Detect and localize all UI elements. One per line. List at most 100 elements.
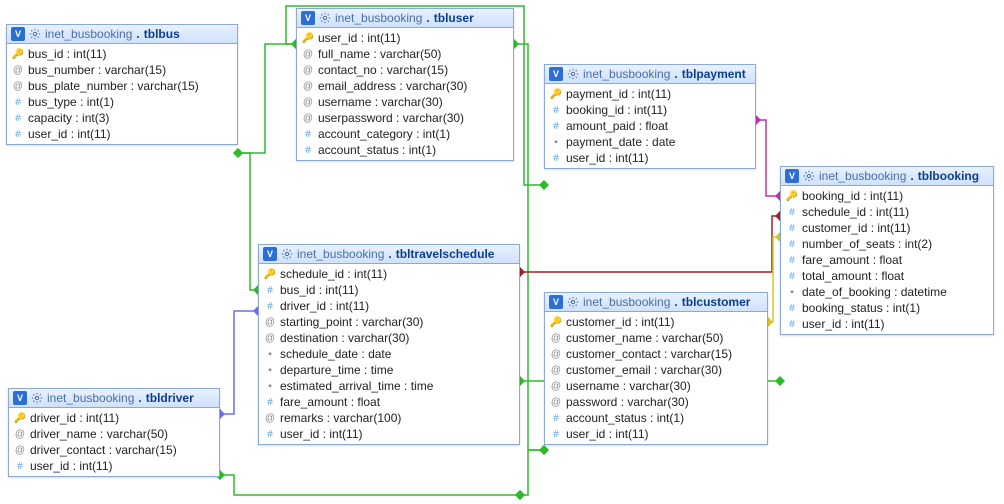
schema-name: inet_busbooking (45, 27, 132, 41)
gear-icon[interactable] (567, 68, 579, 80)
column-label: user_id : int(11) (566, 151, 648, 165)
at-icon: @ (551, 332, 561, 344)
column-row[interactable]: 🔑driver_id : int(11) (9, 410, 219, 426)
key-icon: 🔑 (13, 48, 23, 60)
column-row[interactable]: #bus_type : int(1) (7, 94, 237, 110)
gear-icon[interactable] (31, 392, 43, 404)
column-label: bus_number : varchar(15) (28, 63, 166, 77)
column-row[interactable]: ▪date_of_booking : datetime (781, 284, 993, 300)
gear-icon[interactable] (281, 248, 293, 260)
column-row[interactable]: # amount_paid : float (545, 118, 755, 134)
column-row[interactable]: ▪estimated_arrival_time : time (259, 378, 519, 394)
column-row[interactable]: ▪payment_date : date (545, 134, 755, 150)
column-row[interactable]: #account_status : int(1) (545, 410, 767, 426)
table-tblbooking[interactable]: Vinet_busbooking.tblbooking 🔑booking_id :… (780, 166, 994, 335)
column-label: schedule_id : int(11) (802, 205, 909, 219)
table-tblpayment[interactable]: Vinet_busbooking.tblpayment 🔑payment_id :… (544, 64, 756, 169)
column-row[interactable]: #user_id : int(11) (545, 426, 767, 442)
column-row[interactable]: @bus_plate_number : varchar(15) (7, 78, 237, 94)
table-tbldriver[interactable]: Vinet_busbooking.tbldriver 🔑driver_id : i… (8, 388, 220, 477)
column-row[interactable]: #user_id : int(11) (7, 126, 237, 142)
at-icon: @ (303, 112, 313, 124)
columns-list: 🔑bus_id : int(11)@bus_number : varchar(1… (7, 44, 237, 144)
view-badge-icon: V (549, 67, 563, 81)
hash-icon: # (551, 120, 561, 132)
column-row[interactable]: #driver_id : int(11) (259, 298, 519, 314)
column-row[interactable]: 🔑customer_id : int(11) (545, 314, 767, 330)
table-header[interactable]: Vinet_busbooking.tblbooking (781, 167, 993, 186)
column-label: user_id : int(11) (28, 127, 110, 141)
column-row[interactable]: 🔑schedule_id : int(11) (259, 266, 519, 282)
column-row[interactable]: @contact_no : varchar(15) (297, 62, 513, 78)
column-row[interactable]: #schedule_id : int(11) (781, 204, 993, 220)
column-row[interactable]: @username : varchar(30) (545, 378, 767, 394)
column-row[interactable]: 🔑booking_id : int(11) (781, 188, 993, 204)
column-row[interactable]: #capacity : int(3) (7, 110, 237, 126)
column-row[interactable]: @password : varchar(30) (545, 394, 767, 410)
at-icon: @ (303, 64, 313, 76)
column-row[interactable]: @customer_email : varchar(30) (545, 362, 767, 378)
column-row[interactable]: @driver_name : varchar(50) (9, 426, 219, 442)
column-row[interactable]: #fare_amount : float (781, 252, 993, 268)
table-tblcustomer[interactable]: Vinet_busbooking.tblcustomer 🔑customer_id… (544, 292, 768, 445)
gear-icon[interactable] (319, 12, 331, 24)
column-row[interactable]: @full_name : varchar(50) (297, 46, 513, 62)
column-row[interactable]: #account_status : int(1) (297, 142, 513, 158)
column-row[interactable]: #fare_amount : float (259, 394, 519, 410)
column-label: amount_paid : float (566, 119, 668, 133)
hash-icon: # (551, 104, 561, 116)
column-row[interactable]: #customer_id : int(11) (781, 220, 993, 236)
table-header[interactable]: Vinet_busbooking.tbltravelschedule (259, 245, 519, 264)
table-tbluser[interactable]: Vinet_busbooking.tbluser 🔑user_id : int(1… (296, 8, 514, 161)
table-tbltravelschedule[interactable]: Vinet_busbooking.tbltravelschedule 🔑sched… (258, 244, 520, 445)
column-row[interactable]: @driver_contact : varchar(15) (9, 442, 219, 458)
table-header[interactable]: Vinet_busbooking.tblcustomer (545, 293, 767, 312)
column-row[interactable]: #booking_status : int(1) (781, 300, 993, 316)
column-row[interactable]: @customer_name : varchar(50) (545, 330, 767, 346)
relationship-line (238, 153, 258, 290)
column-row[interactable]: 🔑user_id : int(11) (297, 30, 513, 46)
column-row[interactable]: @starting_point : varchar(30) (259, 314, 519, 330)
column-label: password : varchar(30) (566, 395, 689, 409)
at-icon: @ (265, 332, 275, 344)
table-header[interactable]: Vinet_busbooking.tbluser (297, 9, 513, 28)
gear-icon[interactable] (803, 170, 815, 182)
hash-icon: # (303, 128, 313, 140)
column-row[interactable]: @userpassword : varchar(30) (297, 110, 513, 126)
column-row[interactable]: #user_id : int(11) (259, 426, 519, 442)
column-row[interactable]: @remarks : varchar(100) (259, 410, 519, 426)
column-row[interactable]: 🔑bus_id : int(11) (7, 46, 237, 62)
column-label: bus_plate_number : varchar(15) (28, 79, 199, 93)
table-tblbus[interactable]: Vinet_busbooking.tblbus🔑bus_id : int(11)… (6, 24, 238, 145)
column-row[interactable]: @email_address : varchar(30) (297, 78, 513, 94)
table-header[interactable]: Vinet_busbooking.tbldriver (9, 389, 219, 408)
column-row[interactable]: #booking_id : int(11) (545, 102, 755, 118)
column-label: booking_status : int(1) (802, 301, 920, 315)
table-name: tbltravelschedule (396, 247, 495, 261)
column-label: starting_point : varchar(30) (280, 315, 423, 329)
column-row[interactable]: #number_of_seats : int(2) (781, 236, 993, 252)
column-row[interactable]: 🔑payment_id : int(11) (545, 86, 755, 102)
column-label: username : varchar(30) (566, 379, 691, 393)
column-row[interactable]: #bus_id : int(11) (259, 282, 519, 298)
key-icon: 🔑 (265, 268, 275, 280)
column-row[interactable]: @customer_contact : varchar(15) (545, 346, 767, 362)
column-row[interactable]: #account_category : int(1) (297, 126, 513, 142)
table-header[interactable]: Vinet_busbooking.tblpayment (545, 65, 755, 84)
at-icon: @ (303, 48, 313, 60)
column-row[interactable]: @username : varchar(30) (297, 94, 513, 110)
table-header[interactable]: Vinet_busbooking.tblbus (7, 25, 237, 44)
at-icon: @ (15, 444, 25, 456)
gear-icon[interactable] (29, 28, 41, 40)
hash-icon: # (265, 428, 275, 440)
gear-icon[interactable] (567, 296, 579, 308)
column-row[interactable]: #user_id : int(11) (545, 150, 755, 166)
column-row[interactable]: ▪schedule_date : date (259, 346, 519, 362)
column-label: account_status : int(1) (318, 143, 436, 157)
column-row[interactable]: #total_amount : float (781, 268, 993, 284)
column-row[interactable]: @destination : varchar(30) (259, 330, 519, 346)
column-row[interactable]: @bus_number : varchar(15) (7, 62, 237, 78)
column-row[interactable]: ▪departure_time : time (259, 362, 519, 378)
column-row[interactable]: #user_id : int(11) (781, 316, 993, 332)
column-row[interactable]: #user_id : int(11) (9, 458, 219, 474)
